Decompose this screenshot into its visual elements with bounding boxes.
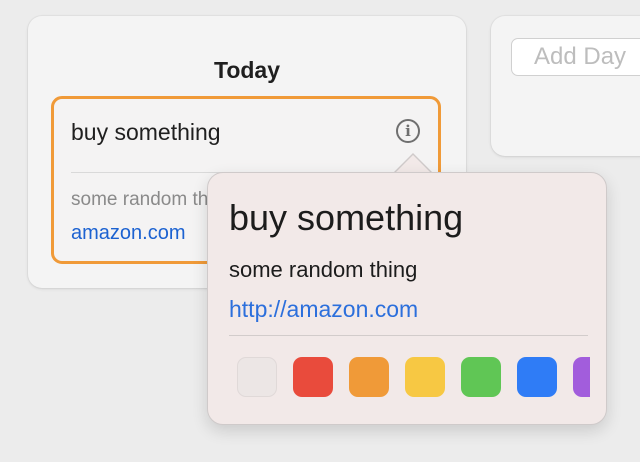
color-swatch-green[interactable] [461, 357, 501, 397]
column-title: Today [213, 57, 281, 83]
card-link[interactable]: amazon.com [71, 222, 186, 245]
color-swatch-orange[interactable] [349, 357, 389, 397]
color-swatch-red[interactable] [293, 357, 333, 397]
popover-link[interactable]: http://amazon.com [229, 296, 418, 323]
card-title[interactable]: buy something [71, 119, 221, 146]
add-day-input[interactable] [511, 38, 640, 76]
color-swatch-none[interactable] [237, 357, 277, 397]
color-swatch-yellow[interactable] [405, 357, 445, 397]
color-swatch-row [237, 357, 590, 397]
task-detail-popover: buy something some random thing http://a… [207, 172, 607, 425]
popover-title[interactable]: buy something [229, 197, 463, 239]
add-day-column [491, 16, 640, 156]
color-swatch-purple[interactable] [573, 357, 590, 397]
popover-divider [229, 335, 588, 336]
popover-arrow [393, 153, 433, 174]
color-swatch-blue[interactable] [517, 357, 557, 397]
info-icon[interactable]: i [396, 119, 420, 143]
popover-note[interactable]: some random thing [229, 257, 417, 283]
